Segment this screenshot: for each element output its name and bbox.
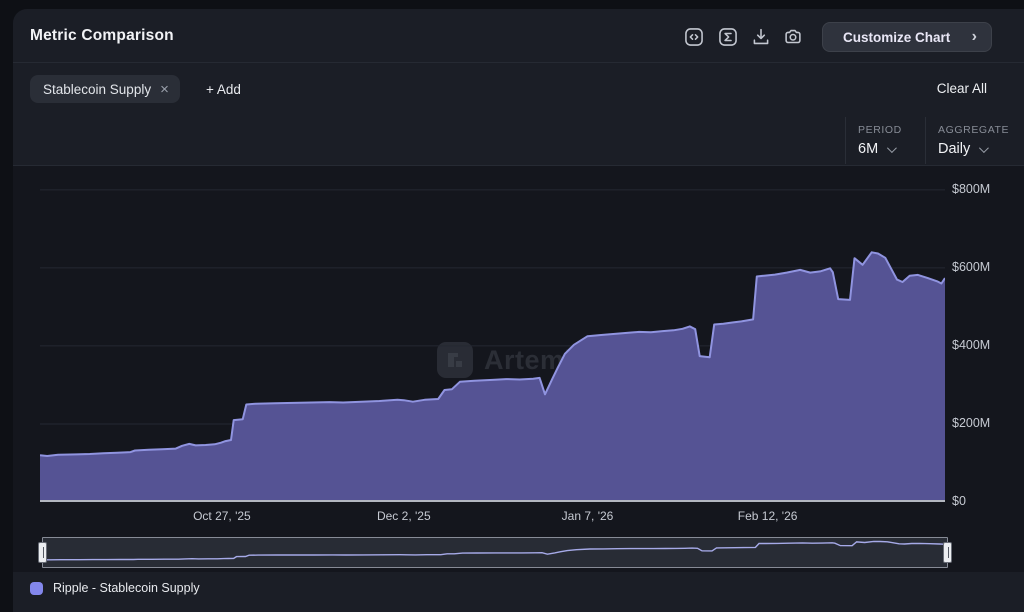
aggregate-value: Daily <box>938 141 970 157</box>
y-axis-label: $800M <box>952 182 1012 196</box>
sum-button[interactable] <box>716 25 740 49</box>
stablecoin-supply-area-chart[interactable] <box>40 170 945 502</box>
brush-handle-left[interactable] <box>38 542 47 563</box>
code-icon <box>683 26 705 48</box>
period-value: 6M <box>858 141 878 157</box>
page-title: Metric Comparison <box>30 27 174 45</box>
brush-series-line <box>43 541 947 559</box>
embed-code-button[interactable] <box>682 25 706 49</box>
aggregate-dropdown[interactable]: Daily <box>938 141 986 157</box>
legend-label: Ripple - Stablecoin Supply <box>53 581 200 595</box>
x-axis-label: Jan 7, '26 <box>538 509 638 523</box>
controls-divider <box>925 117 926 164</box>
y-axis-label: $400M <box>952 338 1012 352</box>
controls-divider <box>845 117 846 164</box>
chart-section: Artemis $800M$600M$400M$200M$0 Oct 27, '… <box>13 166 1024 572</box>
page: { "header": { "title": "Metric Compariso… <box>0 0 1024 612</box>
x-axis-label: Dec 2, '25 <box>354 509 454 523</box>
timeline-brush[interactable] <box>42 537 948 568</box>
customize-chart-button[interactable]: Customize Chart › <box>822 22 992 52</box>
chip-close-icon[interactable]: × <box>160 82 169 97</box>
legend-item-ripple-stablecoin-supply[interactable]: Ripple - Stablecoin Supply <box>30 581 200 595</box>
legend-bar: Ripple - Stablecoin Supply <box>13 572 1024 612</box>
metric-chip-stablecoin-supply[interactable]: Stablecoin Supply × <box>30 75 180 103</box>
customize-chart-label: Customize Chart <box>843 30 950 45</box>
download-icon <box>750 26 772 48</box>
header-divider <box>13 62 1024 63</box>
y-axis-label: $0 <box>952 494 1012 508</box>
download-button[interactable] <box>749 25 773 49</box>
area-fill <box>40 252 945 502</box>
screenshot-button[interactable] <box>781 25 805 49</box>
y-axis-label: $200M <box>952 416 1012 430</box>
y-axis-label: $600M <box>952 260 1012 274</box>
brush-handle-right[interactable] <box>943 542 952 563</box>
camera-icon <box>782 26 804 48</box>
metric-chip-label: Stablecoin Supply <box>43 82 151 97</box>
period-label: PERIOD <box>858 124 902 136</box>
x-axis-label: Oct 27, '25 <box>172 509 272 523</box>
add-metric-button[interactable]: + Add <box>206 82 241 97</box>
aggregate-label: AGGREGATE <box>938 124 1009 136</box>
sigma-icon <box>717 26 739 48</box>
brush-mini-chart <box>43 538 947 567</box>
chevron-right-icon: › <box>972 29 977 45</box>
period-dropdown[interactable]: 6M <box>858 141 894 157</box>
legend-swatch <box>30 582 43 595</box>
clear-all-button[interactable]: Clear All <box>937 81 987 96</box>
x-axis-label: Feb 12, '26 <box>718 509 818 523</box>
